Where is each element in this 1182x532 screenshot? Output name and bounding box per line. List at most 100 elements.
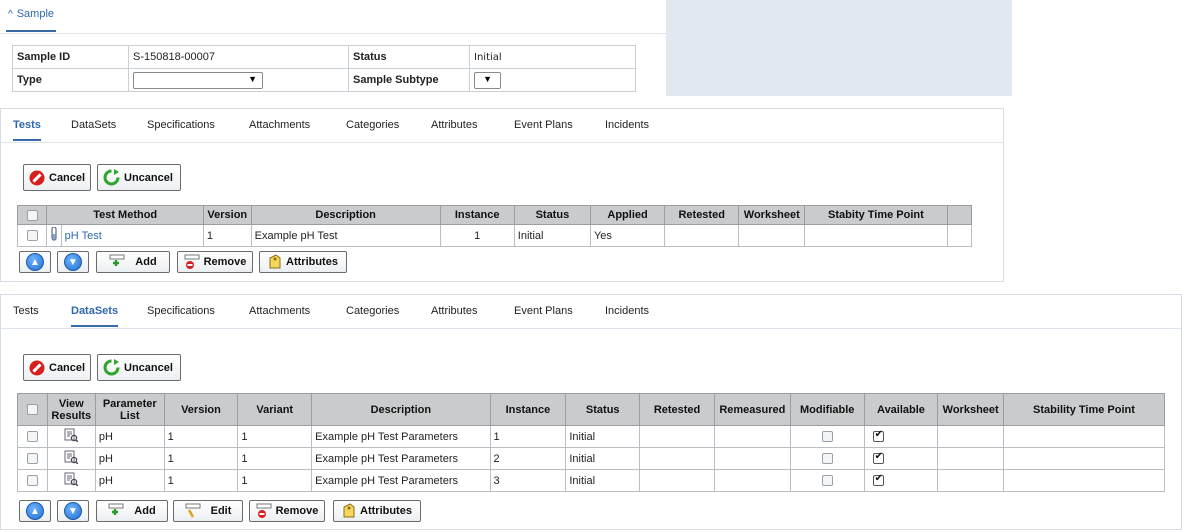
- attributes-button[interactable]: Attributes: [259, 251, 347, 273]
- col-version[interactable]: Version: [163, 393, 239, 426]
- col-description[interactable]: Description: [311, 393, 491, 426]
- col-applied[interactable]: Applied: [589, 205, 666, 225]
- tab-tests[interactable]: Tests: [13, 119, 41, 141]
- tab-specifications[interactable]: Specifications: [147, 119, 215, 141]
- tab-categories[interactable]: Categories: [346, 119, 399, 141]
- tab-categories[interactable]: Categories: [346, 305, 399, 327]
- param-list-cell: pH: [94, 447, 165, 470]
- col-stability-time-point[interactable]: Stability Time Point: [1002, 393, 1166, 426]
- table-row[interactable]: pH 1 1 Example pH Test Parameters 2 Init…: [17, 447, 1166, 470]
- col-description[interactable]: Description: [250, 205, 441, 225]
- table-row[interactable]: pH Test 1 Example pH Test 1 Initial Yes: [16, 224, 973, 247]
- col-available[interactable]: Available: [863, 393, 939, 426]
- col-test-method[interactable]: Test Method: [46, 205, 204, 225]
- col-variant[interactable]: Variant: [237, 393, 313, 426]
- stability-cell: [1002, 425, 1166, 448]
- tab-attachments[interactable]: Attachments: [249, 119, 310, 141]
- available-checkbox[interactable]: [872, 451, 884, 465]
- select-all-checkbox[interactable]: [26, 209, 38, 221]
- sample-fields-table: Sample ID S-150818-00007 Status Initial …: [12, 45, 636, 92]
- modifiable-cell: [789, 447, 865, 470]
- col-retested[interactable]: Retested: [639, 393, 715, 426]
- uncancel-button[interactable]: Uncancel: [97, 354, 181, 381]
- type-select[interactable]: ▼: [133, 71, 263, 89]
- remove-button[interactable]: Remove: [249, 500, 325, 522]
- tab-tests[interactable]: Tests: [13, 305, 39, 327]
- variant-cell: 1: [237, 447, 313, 470]
- col-instance[interactable]: Instance: [489, 393, 567, 426]
- col-parameter-list[interactable]: Parameter List: [94, 393, 165, 426]
- test-method-link[interactable]: pH Test: [65, 230, 102, 242]
- modifiable-checkbox[interactable]: [821, 453, 833, 465]
- attributes-label: Attributes: [286, 256, 338, 268]
- col-status[interactable]: Status: [565, 393, 641, 426]
- move-up-button[interactable]: ▲: [19, 500, 51, 522]
- uncancel-label: Uncancel: [124, 171, 173, 184]
- modifiable-checkbox[interactable]: [821, 431, 833, 443]
- view-results-icon[interactable]: [46, 447, 96, 470]
- tab-attributes[interactable]: Attributes: [431, 119, 477, 141]
- attributes-button[interactable]: Attributes: [333, 500, 421, 522]
- row-checkbox[interactable]: [26, 230, 38, 242]
- row-checkbox[interactable]: [26, 431, 38, 443]
- tests-tabbar: Tests DataSets Specifications Attachment…: [1, 109, 1003, 143]
- add-button[interactable]: Add: [96, 251, 170, 273]
- dropdown-arrow-icon: ▼: [248, 73, 257, 84]
- tests-table-header: Test Method Version Description Instance…: [16, 205, 973, 225]
- col-worksheet[interactable]: Worksheet: [937, 393, 1004, 426]
- col-status[interactable]: Status: [513, 205, 591, 225]
- sample-section-toggle[interactable]: ^ Sample: [6, 8, 56, 32]
- sample-id-label: Sample ID: [12, 45, 129, 69]
- stability-cell: [1002, 447, 1166, 470]
- col-worksheet[interactable]: Worksheet: [738, 205, 806, 225]
- available-checkbox[interactable]: [872, 473, 884, 487]
- cancel-button[interactable]: Cancel: [23, 164, 91, 191]
- edit-button[interactable]: Edit: [173, 500, 243, 522]
- sample-title: Sample: [16, 8, 54, 20]
- table-row[interactable]: pH 1 1 Example pH Test Parameters 1 Init…: [17, 425, 1166, 448]
- move-down-button[interactable]: ▼: [57, 251, 89, 273]
- status-label: Status: [348, 45, 470, 69]
- move-down-button[interactable]: ▼: [57, 500, 89, 522]
- col-remeasured[interactable]: Remeasured: [713, 393, 791, 426]
- tab-attributes[interactable]: Attributes: [431, 305, 477, 327]
- add-icon: [109, 254, 125, 270]
- tab-event-plans[interactable]: Event Plans: [514, 305, 573, 327]
- modifiable-checkbox[interactable]: [821, 475, 833, 487]
- row-checkbox[interactable]: [26, 453, 38, 465]
- select-all-checkbox[interactable]: [26, 404, 38, 416]
- instance-cell: 2: [489, 447, 567, 470]
- view-results-icon[interactable]: [46, 469, 96, 492]
- cancel-button[interactable]: Cancel: [23, 354, 91, 381]
- retested-cell: [639, 425, 715, 448]
- col-view-results[interactable]: View Results: [46, 393, 96, 426]
- tab-incidents[interactable]: Incidents: [605, 119, 649, 141]
- move-up-button[interactable]: ▲: [19, 251, 51, 273]
- available-checkbox[interactable]: [872, 429, 884, 443]
- view-results-icon[interactable]: [46, 425, 96, 448]
- col-instance[interactable]: Instance: [439, 205, 515, 225]
- col-stability-time-point[interactable]: Stabity Time Point: [804, 205, 948, 225]
- modifiable-cell: [789, 469, 865, 492]
- attributes-label: Attributes: [360, 505, 412, 517]
- tab-attachments[interactable]: Attachments: [249, 305, 310, 327]
- table-row[interactable]: pH 1 1 Example pH Test Parameters 3 Init…: [17, 469, 1166, 492]
- remeasured-cell: [713, 469, 791, 492]
- tab-datasets[interactable]: DataSets: [71, 119, 116, 141]
- col-retested[interactable]: Retested: [664, 205, 740, 225]
- tab-incidents[interactable]: Incidents: [605, 305, 649, 327]
- remeasured-cell: [713, 425, 791, 448]
- col-modifiable[interactable]: Modifiable: [789, 393, 865, 426]
- tab-event-plans[interactable]: Event Plans: [514, 119, 573, 141]
- version-cell: 1: [163, 447, 239, 470]
- tab-specifications[interactable]: Specifications: [147, 305, 215, 327]
- tab-datasets[interactable]: DataSets: [71, 305, 119, 327]
- uncancel-button[interactable]: Uncancel: [97, 164, 181, 191]
- subtype-select[interactable]: ▼: [474, 71, 501, 89]
- type-label: Type: [12, 68, 129, 92]
- test-tube-icon: [46, 224, 62, 247]
- remove-button[interactable]: Remove: [177, 251, 253, 273]
- row-checkbox[interactable]: [26, 475, 38, 487]
- col-version[interactable]: Version: [202, 205, 252, 225]
- add-button[interactable]: Add: [96, 500, 168, 522]
